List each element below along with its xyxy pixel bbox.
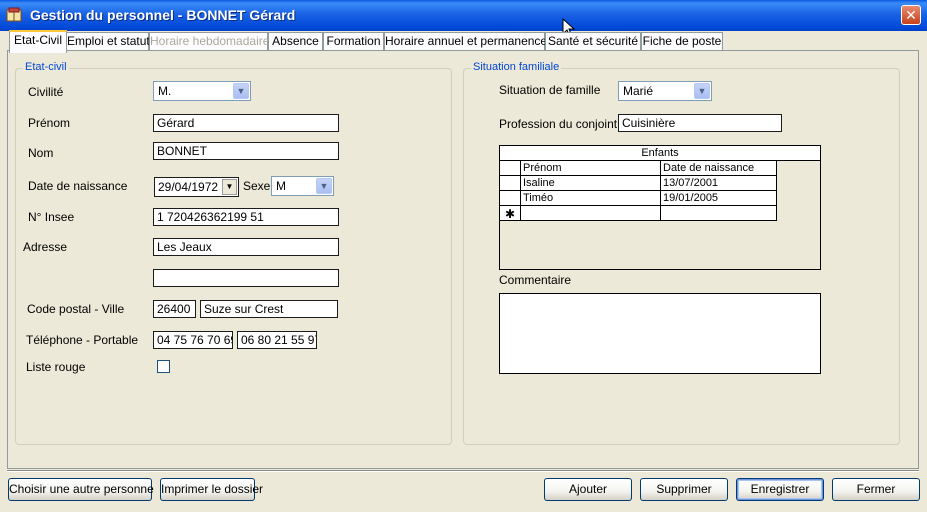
enfants-caption: Enfants <box>500 146 820 161</box>
code-postal-ville-label: Code postal - Ville <box>27 302 125 316</box>
ville-field[interactable]: Suze sur Crest <box>200 300 338 318</box>
new-row-prenom-cell[interactable] <box>521 206 661 221</box>
ajouter-button[interactable]: Ajouter <box>544 478 632 501</box>
commentaire-textarea[interactable] <box>499 293 821 374</box>
chevron-down-icon[interactable]: ▼ <box>233 83 249 99</box>
enfant-prenom-cell[interactable]: Timéo <box>521 191 661 206</box>
enregistrer-button[interactable]: Enregistrer <box>736 478 824 501</box>
profession-conjoint-label: Profession du conjoint <box>499 117 618 131</box>
liste-rouge-checkbox[interactable] <box>157 360 170 373</box>
liste-rouge-label: Liste rouge <box>26 360 86 374</box>
row-selector-header <box>500 161 521 176</box>
nom-field[interactable]: BONNET <box>153 142 339 160</box>
tab-etat-civil[interactable]: Etat-Civil <box>9 30 67 53</box>
row-selector[interactable] <box>500 176 521 191</box>
imprimer-dossier-button[interactable]: Imprimer le dossier <box>160 478 263 501</box>
supprimer-button[interactable]: Supprimer <box>640 478 728 501</box>
situation-famille-select[interactable]: Marié ▼ <box>618 81 712 101</box>
date-naissance-label: Date de naissance <box>28 179 128 193</box>
app-book-icon <box>6 7 22 22</box>
etat-civil-legend: Etat-civil <box>23 61 69 73</box>
row-selector[interactable] <box>500 191 521 206</box>
situation-familiale-legend: Situation familiale <box>471 61 562 73</box>
tab-horaire-annuel[interactable]: Horaire annuel et permanences <box>384 32 553 51</box>
civilite-select[interactable]: M. ▼ <box>153 81 251 101</box>
sexe-label: Sexe <box>243 179 271 193</box>
enfant-prenom-cell[interactable]: Isaline <box>521 176 661 191</box>
new-row-asterisk-icon[interactable]: ✱ <box>500 206 521 221</box>
tab-sante-securite[interactable]: Santé et sécurité <box>545 32 641 51</box>
nom-label: Nom <box>28 146 54 160</box>
enfant-date-cell[interactable]: 13/07/2001 <box>661 176 777 191</box>
application-window: Gestion du personnel - BONNET Gérard ✕ E… <box>0 0 927 512</box>
code-postal-field[interactable]: 26400 <box>153 300 196 318</box>
new-row-date-cell[interactable] <box>661 206 777 221</box>
sexe-select[interactable]: M ▼ <box>271 176 334 196</box>
tab-horaire-hebdomadaire: Horaire hebdomadaire <box>149 32 269 51</box>
column-header-date-naissance[interactable]: Date de naissance <box>661 161 777 176</box>
commentaire-label: Commentaire <box>499 273 572 287</box>
tab-absence[interactable]: Absence <box>268 32 323 51</box>
tab-formation[interactable]: Formation <box>323 32 384 51</box>
tab-emploi-statut[interactable]: Emploi et statut <box>66 32 150 51</box>
portable-field[interactable]: 06 80 21 55 97 <box>237 331 317 349</box>
fermer-button[interactable]: Fermer <box>832 478 920 501</box>
window-title: Gestion du personnel - BONNET Gérard <box>30 7 296 23</box>
telephone-label: Téléphone - Portable <box>26 333 139 347</box>
chevron-down-icon[interactable]: ▼ <box>316 178 332 194</box>
insee-label: N° Insee <box>28 210 75 224</box>
profession-conjoint-field[interactable]: Cuisinière <box>618 114 782 132</box>
situation-famille-value: Marié <box>623 84 654 98</box>
date-naissance-value: 29/04/1972 <box>158 180 219 194</box>
calendar-dropdown-icon[interactable]: ▼ <box>222 179 237 195</box>
chevron-down-icon[interactable]: ▼ <box>694 83 710 99</box>
adresse-line1-field[interactable]: Les Jeaux <box>153 238 339 256</box>
prenom-label: Prénom <box>28 116 71 130</box>
choisir-autre-personne-button[interactable]: Choisir une autre personne <box>8 478 154 501</box>
title-bar[interactable]: Gestion du personnel - BONNET Gérard ✕ <box>0 0 927 31</box>
column-header-prenom[interactable]: Prénom <box>521 161 661 176</box>
prenom-field[interactable]: Gérard <box>153 114 339 132</box>
tab-fiche-de-poste[interactable]: Fiche de poste <box>641 32 723 51</box>
situation-famille-label: Situation de famille <box>499 83 601 97</box>
adresse-label: Adresse <box>23 240 68 254</box>
insee-field[interactable]: 1 720426362199 51 <box>153 208 339 226</box>
civilite-value: M. <box>158 84 172 98</box>
sexe-value: M <box>276 179 286 193</box>
enfant-date-cell[interactable]: 19/01/2005 <box>661 191 777 206</box>
footer-separator <box>7 470 919 472</box>
date-naissance-picker[interactable]: 29/04/1972 ▼ <box>154 177 239 197</box>
enfants-grid[interactable]: Enfants Prénom Date de naissance Isaline… <box>499 145 821 270</box>
adresse-line2-field[interactable] <box>153 269 339 287</box>
telephone-field[interactable]: 04 75 76 70 69 <box>153 331 233 349</box>
close-window-button[interactable]: ✕ <box>901 5 921 25</box>
civilite-label: Civilité <box>28 85 64 99</box>
